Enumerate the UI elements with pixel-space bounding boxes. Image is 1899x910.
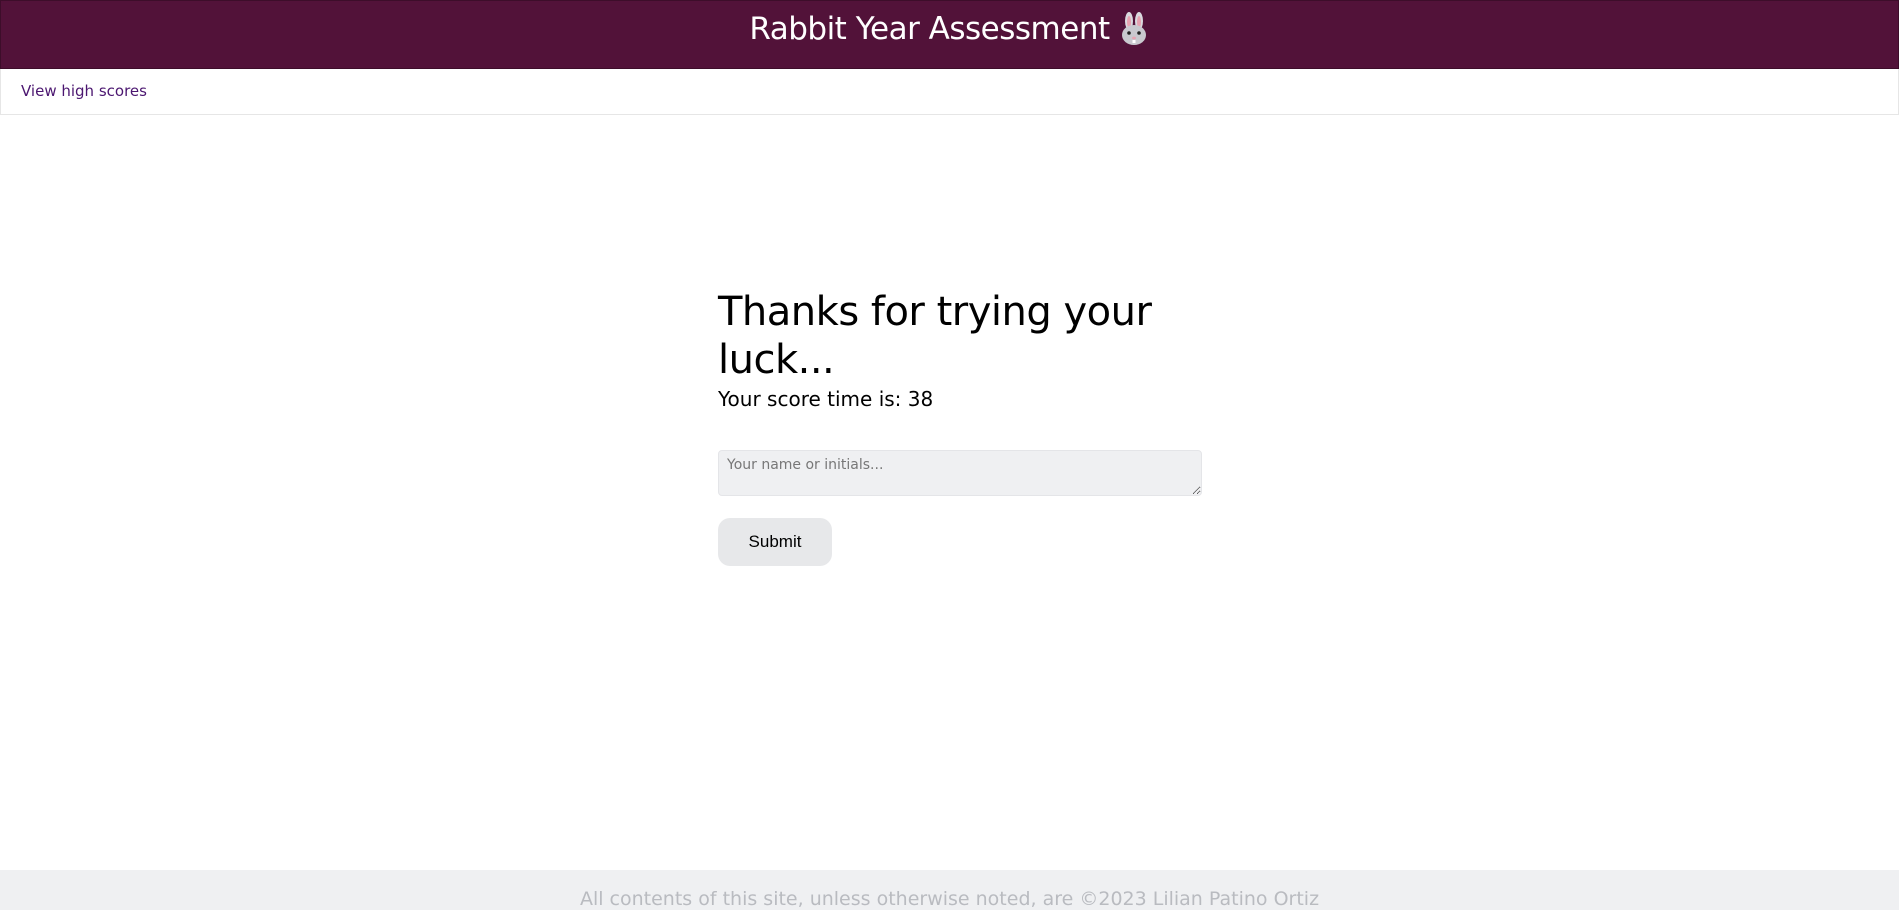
view-high-scores-link[interactable]: View high scores — [21, 82, 147, 100]
app-title: Rabbit Year Assessment — [749, 11, 1149, 47]
copyright-text: All contents of this site, unless otherw… — [579, 888, 1320, 910]
results-panel: Thanks for trying your luck... Your scor… — [718, 288, 1203, 566]
app-title-text: Rabbit Year Assessment — [749, 11, 1110, 47]
submit-button[interactable]: Submit — [718, 518, 832, 566]
app-header: Rabbit Year Assessment — [0, 0, 1899, 69]
rabbit-icon — [1118, 12, 1150, 46]
page-heading: Thanks for trying your luck... — [718, 289, 1152, 383]
top-navbar: View high scores — [0, 69, 1899, 115]
score-label: Your score time is: — [718, 387, 902, 411]
name-initials-input[interactable] — [718, 450, 1202, 496]
score-line: Your score time is: 38 — [718, 386, 1203, 412]
page-footer: All contents of this site, unless otherw… — [0, 870, 1899, 910]
score-value: 38 — [907, 387, 934, 411]
